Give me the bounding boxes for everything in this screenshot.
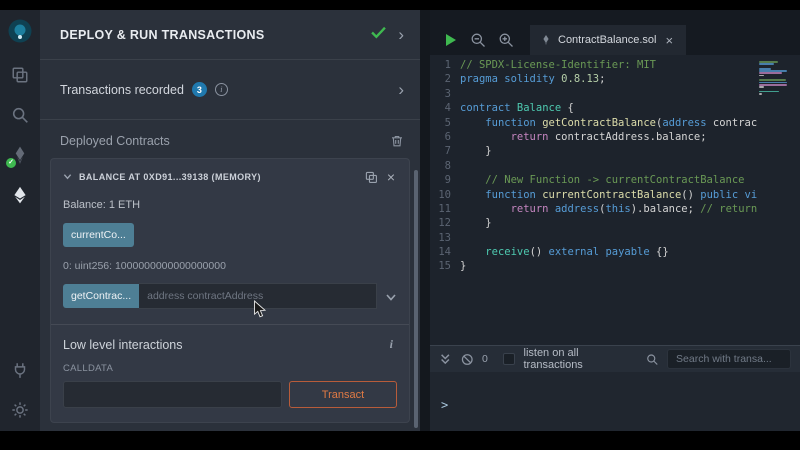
code-line: 10 function currentContractBalance() pub… <box>430 188 800 202</box>
chevron-right-icon[interactable]: › <box>396 81 406 98</box>
code-line: 9 // New Function -> currentContractBala… <box>430 173 800 187</box>
listen-label: listen on all transactions <box>524 347 637 371</box>
deploy-panel-header: DEPLOY & RUN TRANSACTIONS › <box>40 10 420 60</box>
low-level-interactions-header: Low level interactions i <box>63 337 397 352</box>
clear-console-icon[interactable] <box>461 353 474 366</box>
run-script-icon[interactable] <box>442 32 458 48</box>
code-line: 14 receive() external payable {} <box>430 245 800 259</box>
tab-label: ContractBalance.sol <box>558 34 656 46</box>
transactions-count-badge: 3 <box>192 82 207 97</box>
terminal-search-icon <box>646 353 659 366</box>
compiled-check-badge: ✓ <box>6 158 16 168</box>
icon-sidebar: ✓ <box>0 10 40 431</box>
chevron-right-icon[interactable]: › <box>396 26 406 43</box>
deploy-run-icon[interactable] <box>11 186 29 204</box>
code-lines: 1// SPDX-License-Identifier: MIT2pragma … <box>430 58 800 274</box>
chevron-down-icon[interactable] <box>63 168 72 186</box>
code-line: 4contract Balance { <box>430 101 800 115</box>
panel-title: DEPLOY & RUN TRANSACTIONS <box>60 28 371 42</box>
terminal-toolbar: 0 listen on all transactions <box>430 346 800 372</box>
transact-row: Transact <box>63 381 397 408</box>
code-line: 13 <box>430 231 800 245</box>
terminal-search-input[interactable] <box>667 349 791 369</box>
zoom-in-icon[interactable] <box>498 32 514 48</box>
contract-balance-label: Balance: 1 ETH <box>63 199 397 211</box>
copy-icon[interactable] <box>365 171 378 184</box>
editor-toolbar <box>430 25 526 55</box>
calldata-label: CALLDATA <box>63 363 397 374</box>
terminal-prompt: > <box>441 398 448 412</box>
code-line: 8 <box>430 159 800 173</box>
code-line: 11 return address(this).balance; // retu… <box>430 202 800 216</box>
tab-close-icon[interactable]: × <box>663 34 675 47</box>
tab-contractbalance-sol[interactable]: ContractBalance.sol × <box>530 25 686 55</box>
transact-button[interactable]: Transact <box>289 381 397 408</box>
deployed-contract-card: BALANCE AT 0XD91...39138 (MEMORY) × Bala… <box>50 158 410 423</box>
low-level-interactions-label: Low level interactions <box>63 338 386 352</box>
get-contract-balance-button[interactable]: getContrac... <box>63 284 139 308</box>
terminal: 0 listen on all transactions > <box>430 345 800 431</box>
collapse-terminal-icon[interactable] <box>439 353 452 366</box>
current-contract-balance-button[interactable]: currentCo... <box>63 223 134 247</box>
solidity-file-icon <box>541 35 551 45</box>
mouse-cursor <box>253 300 267 319</box>
transactions-recorded-label: Transactions recorded <box>60 83 184 97</box>
card-divider <box>51 324 409 325</box>
code-line: 1// SPDX-License-Identifier: MIT <box>430 58 800 72</box>
expand-arguments-chevron-icon[interactable] <box>385 290 397 302</box>
listen-checkbox[interactable] <box>503 353 515 365</box>
deploy-run-panel: DEPLOY & RUN TRANSACTIONS › Transactions… <box>40 10 420 431</box>
code-line: 2pragma solidity 0.8.13; <box>430 72 800 86</box>
call-output-value: 0: uint256: 1000000000000000000 <box>63 260 397 272</box>
close-icon[interactable]: × <box>385 170 397 184</box>
code-line: 6 return contractAddress.balance; <box>430 130 800 144</box>
app-window: ✓ <box>0 0 800 450</box>
minimap[interactable] <box>756 59 798 95</box>
terminal-console[interactable]: > <box>430 372 800 431</box>
get-contract-balance-row: getContrac... <box>63 283 397 309</box>
environment-ok-check-icon <box>371 25 386 45</box>
code-line: 12 } <box>430 216 800 230</box>
editor-area: ContractBalance.sol × 1// SPDX-License-I… <box>430 10 800 431</box>
info-icon[interactable]: i <box>215 83 228 96</box>
remix-logo[interactable] <box>7 18 33 44</box>
low-level-info-icon[interactable]: i <box>386 337 397 352</box>
code-line: 15} <box>430 259 800 273</box>
main-content: ✓ <box>0 10 800 431</box>
letterbox-top <box>0 0 800 10</box>
transactions-recorded-row[interactable]: Transactions recorded 3 i › <box>40 60 420 120</box>
contract-instance-title: BALANCE AT 0XD91...39138 (MEMORY) <box>79 172 358 182</box>
zoom-out-icon[interactable] <box>470 32 486 48</box>
deployed-contracts-label: Deployed Contracts <box>60 134 390 148</box>
panel-scrollbar[interactable] <box>414 170 418 428</box>
pending-tx-count: 0 <box>482 353 488 365</box>
plugin-manager-icon[interactable] <box>11 361 29 379</box>
code-line: 3 <box>430 87 800 101</box>
editor-tabbar: ContractBalance.sol × <box>430 10 800 55</box>
deployed-contracts-header: Deployed Contracts <box>40 120 420 156</box>
panel-gap <box>420 10 430 431</box>
search-icon[interactable] <box>11 106 29 124</box>
calldata-input[interactable] <box>63 381 282 408</box>
letterbox-bottom <box>0 431 800 450</box>
settings-icon[interactable] <box>11 401 29 419</box>
contract-card-header[interactable]: BALANCE AT 0XD91...39138 (MEMORY) × <box>63 168 397 186</box>
code-line: 7 } <box>430 144 800 158</box>
code-editor[interactable]: 1// SPDX-License-Identifier: MIT2pragma … <box>430 55 800 345</box>
solidity-compiler-icon[interactable]: ✓ <box>11 146 29 164</box>
trash-icon[interactable] <box>390 134 404 148</box>
file-explorer-icon[interactable] <box>11 66 29 84</box>
code-line: 5 function getContractBalance(address co… <box>430 116 800 130</box>
